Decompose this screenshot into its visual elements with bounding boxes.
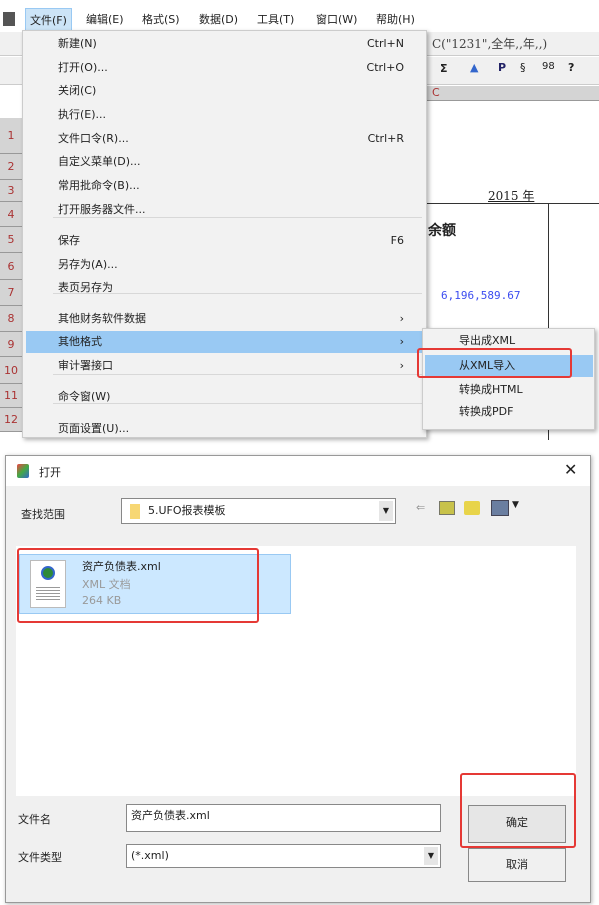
menu-item-label: 打开(O)... — [58, 61, 108, 74]
row-header[interactable]: 1 — [0, 118, 22, 154]
chevron-down-icon[interactable]: ▼ — [379, 501, 393, 521]
row-header[interactable]: 5 — [0, 227, 22, 253]
menu-item-label: 新建(N) — [58, 37, 97, 50]
year-label: 2015 年 — [488, 189, 535, 203]
filename-input[interactable]: 资产负债表.xml — [126, 804, 441, 832]
p-icon[interactable]: P — [498, 61, 506, 74]
menu-item-label: 命令窗(W) — [58, 390, 111, 403]
menu-item[interactable]: 另存为(A)... — [26, 254, 424, 276]
menu-item-label: 文件口令(R)... — [58, 132, 129, 145]
annotation-box — [17, 548, 259, 623]
row-header[interactable]: 11 — [0, 384, 22, 408]
format-icon[interactable]: § — [520, 61, 526, 74]
other-formats-submenu: 导出成XML 从XML导入 转换成HTML 转换成PDF — [422, 328, 595, 430]
menu-item[interactable]: 新建(N) Ctrl+N — [26, 33, 424, 55]
formula-text[interactable]: C("1231",全年,,年,,) — [432, 35, 547, 52]
menu-item-shortcut: Ctrl+R — [367, 132, 404, 145]
look-in-select[interactable]: 5.UFO报表模板 ▼ — [121, 498, 396, 524]
filetype-select[interactable]: (*.xml) ▼ — [126, 844, 441, 868]
new-folder-icon[interactable] — [464, 501, 480, 515]
menu-help[interactable]: 帮助(H) — [376, 11, 415, 27]
file-menu: 新建(N) Ctrl+N 打开(O)... Ctrl+O 关闭(C) 执行(E)... 文件… — [22, 30, 427, 438]
balance-header: 余额 — [428, 223, 456, 239]
menu-item[interactable]: 打开(O)... Ctrl+O — [26, 57, 424, 79]
menu-item-label: 执行(E)... — [58, 108, 107, 121]
cancel-button[interactable]: 取消 — [468, 848, 566, 882]
app-icon — [3, 12, 15, 26]
look-in-label: 查找范围 — [21, 508, 65, 521]
menu-separator — [53, 403, 422, 404]
row-header[interactable]: 4 — [0, 202, 22, 227]
menu-item[interactable]: 命令窗(W) — [26, 386, 424, 408]
menu-item-label: 其他格式 — [58, 335, 102, 348]
menu-item-shortcut: › — [399, 312, 404, 325]
filetype-label: 文件类型 — [18, 851, 62, 864]
menu-window[interactable]: 窗口(W) — [316, 11, 357, 27]
menu-item-to-html[interactable]: 转换成HTML — [425, 379, 593, 401]
row-header[interactable]: 8 — [0, 306, 22, 332]
menu-item[interactable]: 保存 F6 — [26, 230, 424, 252]
menu-item-label: 保存 — [58, 234, 80, 247]
menu-item[interactable]: 其他财务软件数据 › — [26, 308, 424, 330]
menu-edit[interactable]: 编辑(E) — [86, 11, 124, 27]
menu-tools[interactable]: 工具(T) — [257, 11, 294, 27]
menu-item-label: 另存为(A)... — [58, 258, 118, 271]
menu-separator — [53, 374, 422, 375]
look-in-value: 5.UFO报表模板 — [148, 504, 226, 517]
folder-icon — [130, 504, 140, 519]
menu-item-label: 关闭(C) — [58, 84, 97, 97]
menu-item-label: 审计署接口 — [58, 359, 113, 372]
chart-icon[interactable]: ▲ — [470, 61, 478, 74]
close-icon[interactable]: ✕ — [564, 460, 577, 479]
row-header[interactable]: 12 — [0, 408, 22, 432]
menu-separator — [53, 293, 422, 294]
menu-item[interactable]: 文件口令(R)... Ctrl+R — [26, 128, 424, 150]
menu-item-shortcut: F6 — [390, 234, 404, 247]
sigma-icon[interactable]: Σ — [440, 62, 448, 75]
back-icon[interactable]: ⇐ — [416, 501, 425, 514]
annotation-box — [460, 773, 576, 848]
row-header[interactable]: 9 — [0, 332, 22, 357]
menu-bar: 文件(F) 编辑(E) 格式(S) 数据(D) 工具(T) 窗口(W) 帮助(H… — [0, 8, 599, 32]
view-menu-icon[interactable] — [491, 500, 509, 516]
menu-item-shortcut: Ctrl+O — [366, 61, 404, 74]
menu-item-label: 自定义菜单(D)... — [58, 155, 141, 168]
menu-file[interactable]: 文件(F) — [25, 8, 72, 32]
chevron-down-icon[interactable]: ▼ — [424, 847, 438, 865]
filename-label: 文件名 — [18, 813, 51, 826]
menu-item-label: 常用批命令(B)... — [58, 179, 140, 192]
row-header[interactable]: 7 — [0, 280, 22, 306]
menu-item[interactable]: 其他格式 › — [26, 331, 424, 353]
filetype-value: (*.xml) — [131, 849, 169, 862]
up-folder-icon[interactable] — [439, 501, 455, 515]
menu-data[interactable]: 数据(D) — [199, 11, 238, 27]
help-icon[interactable]: ? — [568, 61, 574, 74]
menu-item[interactable]: 页面设置(U)... — [26, 418, 424, 440]
chevron-down-icon[interactable]: ▼ — [512, 500, 519, 510]
menu-item-label: 其他财务软件数据 — [58, 312, 146, 325]
dialog-titlebar: 打开 ✕ — [6, 456, 590, 486]
app-icon — [17, 464, 29, 478]
menu-item[interactable]: 表页另存为 — [26, 277, 424, 299]
row-header[interactable]: 3 — [0, 180, 22, 202]
menu-separator — [53, 217, 422, 218]
menu-item[interactable]: 自定义菜单(D)... — [26, 151, 424, 173]
row-header[interactable]: 2 — [0, 154, 22, 180]
menu-item[interactable]: 常用批命令(B)... — [26, 175, 424, 197]
dialog-title: 打开 — [39, 466, 61, 479]
menu-format[interactable]: 格式(S) — [142, 11, 180, 27]
annotation-box — [417, 348, 572, 378]
menu-item-shortcut: › — [399, 335, 404, 348]
menu-item-shortcut: Ctrl+N — [366, 37, 404, 50]
menu-item[interactable]: 关闭(C) — [26, 80, 424, 102]
menu-item-to-pdf[interactable]: 转换成PDF — [425, 401, 593, 423]
menu-item[interactable]: 执行(E)... — [26, 104, 424, 126]
number-icon[interactable]: 98 — [542, 61, 555, 72]
row-header[interactable]: 10 — [0, 357, 22, 384]
balance-value[interactable]: 6,196,589.67 — [441, 289, 520, 302]
menu-item-label: 打开服务器文件... — [58, 203, 146, 216]
row-header[interactable]: 6 — [0, 253, 22, 280]
column-c[interactable]: C — [432, 86, 440, 99]
menu-item-label: 页面设置(U)... — [58, 422, 130, 435]
